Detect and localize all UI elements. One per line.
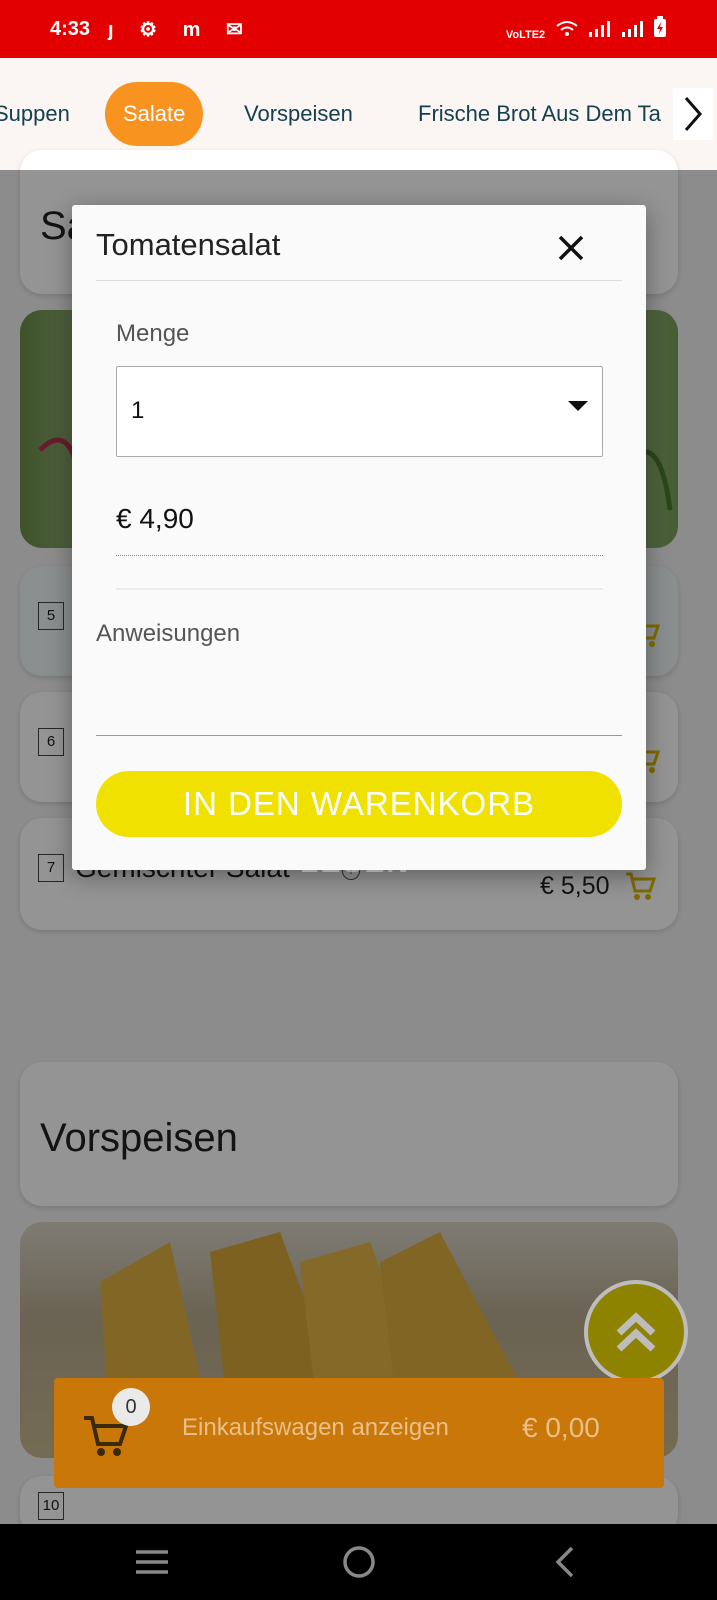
mail-icon: ✉ bbox=[226, 18, 253, 41]
battery-icon bbox=[653, 15, 667, 42]
system-icons: VoLTE2 bbox=[505, 15, 667, 43]
tab-suppen[interactable]: Suppen bbox=[0, 82, 70, 146]
signal-icon bbox=[621, 20, 653, 42]
item-price: € 4,90 bbox=[116, 503, 194, 534]
divider bbox=[116, 588, 603, 590]
tab-salate[interactable]: Salate bbox=[105, 82, 204, 146]
scroll-right-button[interactable] bbox=[673, 88, 713, 140]
gear-icon: ⚙ bbox=[139, 18, 168, 41]
status-bar: 4:33 ȷ ⚙ m ✉ VoLTE2 bbox=[0, 0, 717, 58]
close-icon[interactable] bbox=[554, 231, 588, 265]
view-cart-bar[interactable]: 0 Einkaufswagen anzeigen € 0,00 bbox=[54, 1378, 664, 1488]
double-chevron-up-icon bbox=[616, 1312, 656, 1352]
cart-count-badge: 0 bbox=[112, 1388, 150, 1426]
system-nav-bar bbox=[0, 1524, 717, 1600]
tab-frische-brot[interactable]: Frische Brot Aus Dem Ta bbox=[418, 82, 661, 146]
scroll-to-top-button[interactable] bbox=[584, 1280, 688, 1384]
tab-vorspeisen[interactable]: Vorspeisen bbox=[244, 82, 353, 146]
cart-total: € 0,00 bbox=[522, 1412, 600, 1443]
quantity-value: 1 bbox=[131, 397, 145, 424]
volte-icon: VoLTE2 bbox=[505, 28, 546, 41]
back-icon[interactable] bbox=[546, 1542, 586, 1582]
dropdown-arrow-icon bbox=[568, 401, 588, 411]
signal-icon bbox=[588, 20, 620, 42]
home-icon[interactable] bbox=[339, 1542, 379, 1582]
divider bbox=[96, 280, 622, 281]
notification-icons: ȷ ⚙ m ✉ bbox=[108, 17, 253, 42]
status-time: 4:33 bbox=[50, 17, 91, 40]
view-cart-label: Einkaufswagen anzeigen bbox=[182, 1414, 449, 1441]
quantity-label: Menge bbox=[116, 320, 190, 347]
quantity-select[interactable]: 1 bbox=[116, 366, 603, 457]
chevron-right-icon bbox=[684, 97, 702, 131]
menu-icon[interactable] bbox=[132, 1542, 172, 1582]
m-icon: m bbox=[182, 18, 211, 41]
wifi-icon bbox=[556, 20, 588, 42]
j-icon: ȷ bbox=[108, 18, 124, 41]
add-to-cart-button[interactable]: IN DEN WARENKORB bbox=[96, 771, 622, 837]
dialog-title: Tomatensalat bbox=[96, 227, 281, 262]
instructions-label: Anweisungen bbox=[96, 620, 241, 647]
divider bbox=[116, 555, 603, 556]
instructions-input[interactable] bbox=[96, 660, 622, 736]
add-to-cart-dialog: Tomatensalat Menge 1 € 4,90 Anweisungen … bbox=[72, 205, 646, 870]
